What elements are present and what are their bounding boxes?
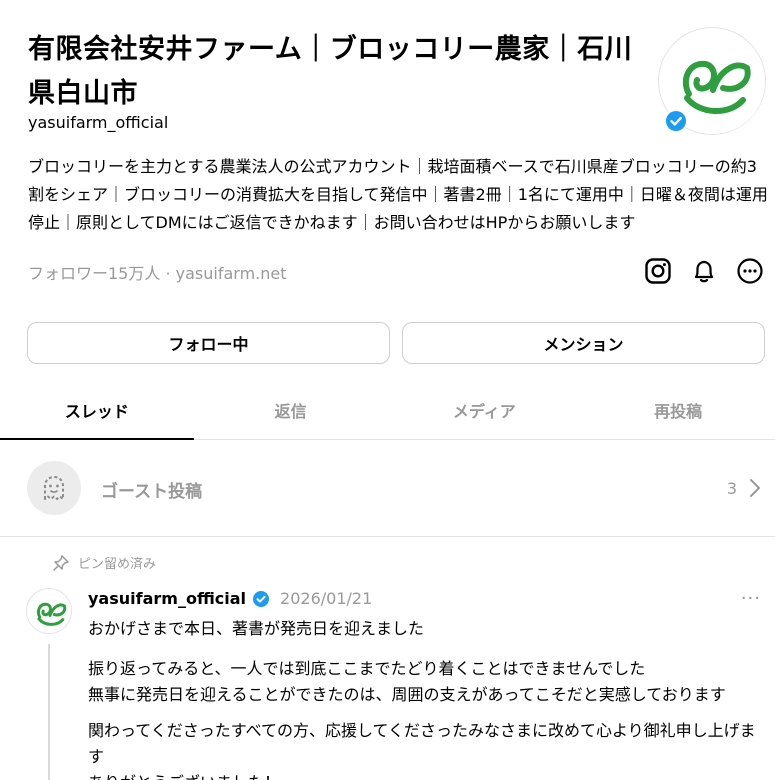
meta-separator: ·	[165, 264, 171, 283]
profile-handle[interactable]: yasuifarm_official	[28, 113, 168, 132]
pinned-indicator: ピン留め済み	[52, 553, 156, 572]
bell-icon[interactable]	[689, 256, 719, 286]
profile-tabs: スレッド 返信 メディア 再投稿	[0, 380, 775, 440]
post-author[interactable]: yasuifarm_official	[88, 589, 246, 608]
instagram-icon[interactable]	[643, 256, 673, 286]
profile-name: 有限会社安井ファーム｜ブロッコリー農家｜石川県白山市	[28, 34, 633, 109]
tab-replies[interactable]: 返信	[194, 380, 388, 439]
chevron-right-icon	[750, 479, 760, 497]
tab-reposts[interactable]: 再投稿	[581, 380, 775, 439]
thread-line	[48, 644, 50, 780]
pin-icon	[53, 554, 69, 571]
tab-threads[interactable]: スレッド	[0, 380, 194, 440]
profile-bio: ブロッコリーを主力とする農業法人の公式アカウント｜栽培面積ベースで石川県産ブロッ…	[28, 157, 768, 232]
website-link[interactable]: yasuifarm.net	[176, 264, 287, 283]
post-date: 2026/01/21	[280, 589, 373, 608]
verified-badge-icon	[253, 590, 270, 607]
profile-meta: フォロワー15万人 · yasuifarm.net	[28, 260, 287, 284]
verified-badge-icon	[664, 109, 688, 133]
ghost-posts-row[interactable]: ゴースト投稿 3	[0, 441, 775, 537]
post-paragraph: おかげさまで本日、著書が発売日を迎えました	[88, 619, 425, 638]
tab-media[interactable]: メディア	[388, 380, 582, 439]
post-avatar[interactable]	[26, 588, 72, 634]
post-more-button[interactable]: ···	[741, 588, 761, 609]
pinned-label: ピン留め済み	[78, 557, 157, 572]
sprout-logo	[27, 589, 71, 633]
ghost-icon	[44, 476, 64, 500]
post-paragraph: 関わってくださったすべての方、応援してくださったみなさまに改めて心より御礼申し上…	[88, 721, 756, 780]
profile-action-icons	[643, 256, 765, 286]
post-header: yasuifarm_official 2026/01/21	[88, 589, 372, 608]
mention-button[interactable]: メンション	[402, 322, 765, 364]
follower-count[interactable]: フォロワー15万人	[28, 264, 160, 283]
ghost-posts-count: 3	[726, 479, 737, 498]
following-button[interactable]: フォロー中	[27, 322, 390, 364]
post-body: おかげさまで本日、著書が発売日を迎えました 振り返ってみると、一人では到底ここま…	[88, 616, 768, 780]
ghost-avatar	[27, 461, 81, 515]
more-icon[interactable]	[735, 256, 765, 286]
ghost-posts-label: ゴースト投稿	[101, 482, 203, 502]
post-paragraph: 振り返ってみると、一人では到底ここまでたどり着くことはできませんでした 無事に発…	[88, 659, 726, 704]
